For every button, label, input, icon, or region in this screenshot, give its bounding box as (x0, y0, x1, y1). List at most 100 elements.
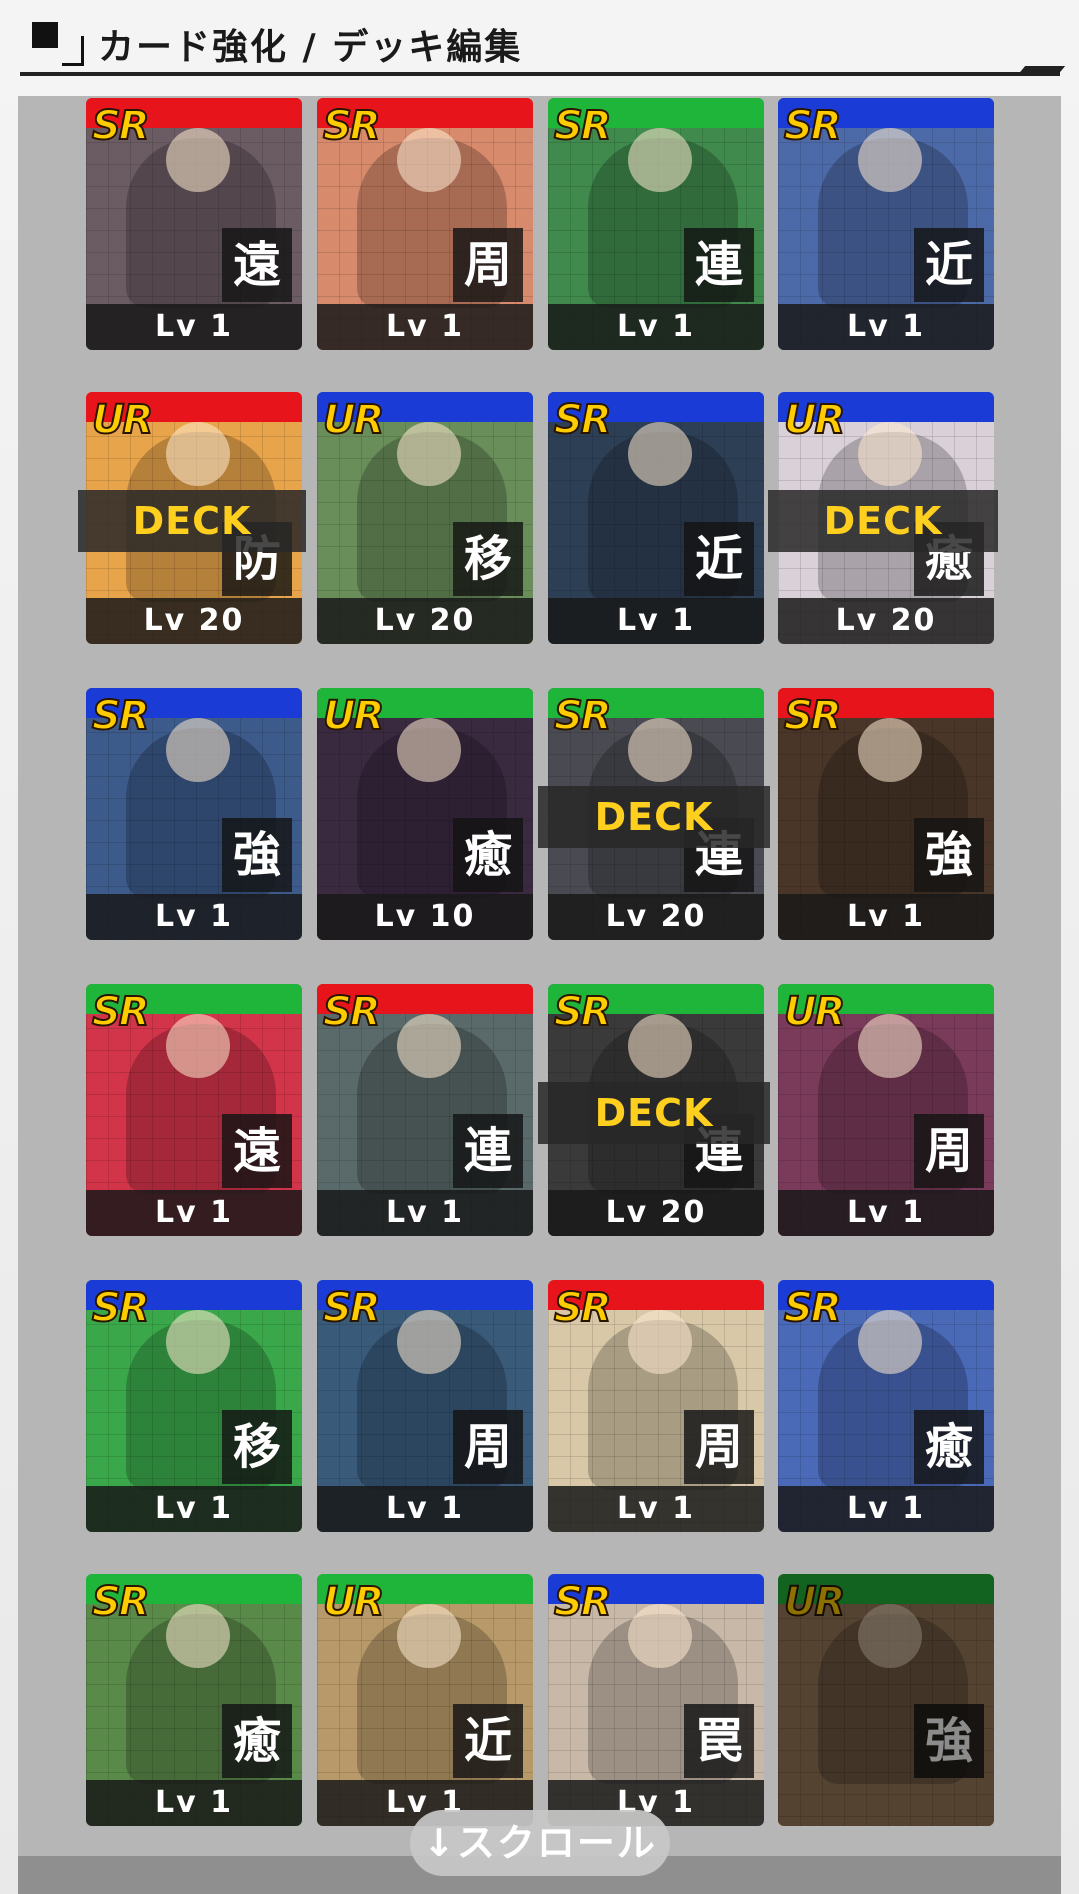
card-item[interactable]: SR 周 Lv 1 (317, 1280, 533, 1532)
character-head (628, 128, 692, 192)
character-head (397, 718, 461, 782)
card-item[interactable]: UR 近 Lv 1 (317, 1574, 533, 1826)
card-level: Lv 1 (778, 304, 994, 350)
card-level: Lv 1 (548, 304, 764, 350)
rarity-badge: SR (553, 693, 613, 739)
scroll-hint[interactable]: ↓スクロール (410, 1810, 670, 1876)
card-level: Lv 1 (548, 598, 764, 644)
rarity-badge: SR (783, 1285, 843, 1331)
card-level: Lv 1 (548, 1486, 764, 1532)
card-item[interactable]: SR 近 Lv 1 (778, 98, 994, 350)
character-head (858, 718, 922, 782)
card-level: Lv 1 (86, 304, 302, 350)
card-item[interactable]: SR 周 Lv 1 (317, 98, 533, 350)
character-head (166, 128, 230, 192)
character-head (628, 718, 692, 782)
deck-badge: DECK (768, 490, 998, 552)
rarity-badge: SR (783, 693, 843, 739)
character-head (628, 1310, 692, 1374)
card-type-badge: 近 (684, 522, 754, 596)
character-head (858, 128, 922, 192)
attribute-band (778, 1574, 994, 1604)
rarity-badge: SR (91, 989, 151, 1035)
page-title: カード強化 / デッキ編集 (98, 27, 523, 68)
card-item[interactable]: UR 癒 Lv 10 (317, 688, 533, 940)
deck-badge: DECK (78, 490, 306, 552)
card-type-badge: 癒 (222, 1704, 292, 1778)
card-level: Lv 20 (548, 1190, 764, 1236)
character-head (858, 1604, 922, 1668)
rarity-badge: UR (322, 1579, 385, 1625)
card-item[interactable]: SR 癒 Lv 1 (778, 1280, 994, 1532)
card-type-badge: 移 (453, 522, 523, 596)
card-type-badge: 周 (453, 228, 523, 302)
card-level: Lv 1 (778, 894, 994, 940)
character-head (858, 1014, 922, 1078)
card-type-badge: 移 (222, 1410, 292, 1484)
rarity-badge: SR (553, 397, 613, 443)
character-head (166, 422, 230, 486)
card-type-badge: 近 (453, 1704, 523, 1778)
card-level: Lv 10 (317, 894, 533, 940)
card-item[interactable]: UR 強 (778, 1574, 994, 1826)
card-type-badge: 癒 (453, 818, 523, 892)
character-head (397, 1604, 461, 1668)
card-item[interactable]: SR 遠 Lv 1 (86, 98, 302, 350)
card-type-badge: 周 (684, 1410, 754, 1484)
rarity-badge: SR (91, 103, 151, 149)
card-level: Lv 20 (317, 598, 533, 644)
rarity-badge: SR (553, 1579, 613, 1625)
rarity-badge: SR (91, 1579, 151, 1625)
card-level: Lv 1 (317, 304, 533, 350)
rarity-badge: UR (783, 397, 846, 443)
card-item[interactable]: SR 癒 Lv 1 (86, 1574, 302, 1826)
card-type-badge: 周 (914, 1114, 984, 1188)
rarity-badge: SR (322, 989, 382, 1035)
character-head (397, 1014, 461, 1078)
character-head (628, 1604, 692, 1668)
rarity-badge: SR (553, 1285, 613, 1331)
character-head (397, 1310, 461, 1374)
header-divider (20, 72, 1060, 76)
header-divider-end (1016, 66, 1066, 76)
card-item[interactable]: SR 連 Lv 1 (317, 984, 533, 1236)
character-silhouette (818, 1614, 968, 1784)
card-item[interactable]: SR 移 Lv 1 (86, 1280, 302, 1532)
rarity-badge: UR (91, 397, 154, 443)
rarity-badge: UR (783, 989, 846, 1035)
card-type-badge: 遠 (222, 228, 292, 302)
card-level: Lv 20 (86, 598, 302, 644)
card-item[interactable]: SR 周 Lv 1 (548, 1280, 764, 1532)
character-head (628, 422, 692, 486)
card-item[interactable]: SR 罠 Lv 1 (548, 1574, 764, 1826)
character-head (166, 1310, 230, 1374)
rarity-badge: SR (322, 1285, 382, 1331)
card-type-badge: 周 (453, 1410, 523, 1484)
card-level: Lv 20 (548, 894, 764, 940)
rarity-badge: UR (322, 693, 385, 739)
card-type-badge: 強 (222, 818, 292, 892)
card-type-badge: 連 (684, 228, 754, 302)
deck-badge: DECK (538, 1082, 770, 1144)
card-level: Lv 1 (317, 1190, 533, 1236)
card-level: Lv 1 (86, 1190, 302, 1236)
card-art (778, 1574, 994, 1826)
rarity-badge: SR (553, 989, 613, 1035)
character-head (397, 128, 461, 192)
rarity-badge: SR (783, 103, 843, 149)
card-item[interactable]: UR 移 Lv 20 (317, 392, 533, 644)
card-level: Lv 1 (86, 894, 302, 940)
card-item[interactable]: SR 強 Lv 1 (778, 688, 994, 940)
card-item[interactable]: SR 連 Lv 1 (548, 98, 764, 350)
rarity-badge: UR (783, 1579, 846, 1625)
card-item[interactable]: SR 遠 Lv 1 (86, 984, 302, 1236)
card-type-badge: 強 (914, 1704, 984, 1778)
card-item[interactable]: UR 周 Lv 1 (778, 984, 994, 1236)
card-level: Lv 20 (778, 598, 994, 644)
character-head (166, 1604, 230, 1668)
character-head (858, 422, 922, 486)
card-item[interactable]: SR 強 Lv 1 (86, 688, 302, 940)
card-item[interactable]: SR 近 Lv 1 (548, 392, 764, 644)
character-head (397, 422, 461, 486)
character-head (166, 718, 230, 782)
